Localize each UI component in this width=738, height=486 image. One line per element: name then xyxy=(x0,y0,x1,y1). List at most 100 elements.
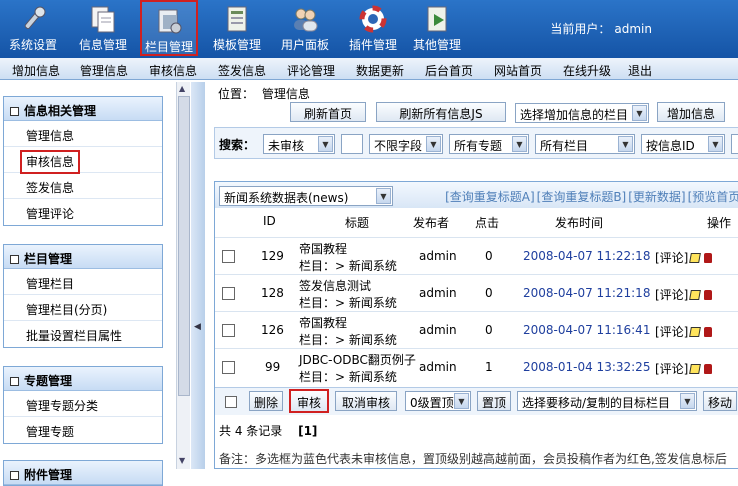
menu-comment-manage[interactable]: 评论管理 xyxy=(287,62,335,79)
toolbar-other-manage[interactable]: 其他管理 xyxy=(408,0,466,56)
sidebar-item-topic-categories[interactable]: 管理专题分类 xyxy=(4,391,162,417)
toolbar-template-manage[interactable]: 模板管理 xyxy=(208,0,266,56)
toolbar-system-settings[interactable]: 系统设置 xyxy=(4,0,62,56)
breadcrumb-link[interactable]: 管理信息 xyxy=(262,87,310,101)
header-publisher: 发布者 xyxy=(413,216,450,230)
refresh-all-js-button[interactable]: 刷新所有信息JS xyxy=(376,102,506,122)
sidebar-panel-title[interactable]: 附件管理 xyxy=(4,461,162,485)
audit-button[interactable]: 审核 xyxy=(289,389,329,413)
lifebuoy-icon xyxy=(358,4,388,34)
move-target-select[interactable]: 选择要移动/复制的目标栏目 ▼ xyxy=(517,391,697,411)
table-select[interactable]: 新闻系统数据表(news) ▼ xyxy=(219,186,393,206)
menu-manage-info[interactable]: 管理信息 xyxy=(80,62,128,79)
menu-logout[interactable]: 退出 xyxy=(628,62,652,79)
sort-direction-select[interactable] xyxy=(731,134,738,154)
edit-icon[interactable] xyxy=(689,290,702,300)
sidebar-panel-title[interactable]: 栏目管理 xyxy=(4,245,162,269)
toolbar-info-manage[interactable]: 信息管理 xyxy=(74,0,132,56)
chevron-down-icon: ▼ xyxy=(618,136,633,152)
toolbar-user-panel[interactable]: 用户面板 xyxy=(276,0,334,56)
scroll-down-icon[interactable]: ▼ xyxy=(179,456,189,466)
sidebar-item-audit-info[interactable]: 审核信息 xyxy=(4,147,162,174)
sidebar-item-manage-comments[interactable]: 管理评论 xyxy=(4,199,162,225)
toolbar-column-manage[interactable]: 栏目管理 xyxy=(140,0,198,56)
scroll-up-icon[interactable]: ▲ xyxy=(179,84,189,94)
menu-add-info[interactable]: 增加信息 xyxy=(12,62,60,79)
page-link[interactable]: [1] xyxy=(298,424,317,438)
menu-sign-info[interactable]: 签发信息 xyxy=(218,62,266,79)
search-input[interactable] xyxy=(341,134,363,154)
set-top-button[interactable]: 置顶 xyxy=(477,391,511,411)
sidebar-splitter[interactable]: ◀ xyxy=(191,82,205,469)
top-level-select[interactable]: 0级置顶 ▼ xyxy=(405,391,471,411)
record-count: 共 4 条记录 [1] xyxy=(219,424,318,438)
delete-icon[interactable] xyxy=(704,290,713,300)
delete-icon[interactable] xyxy=(704,364,713,374)
toolbar-plugin-manage[interactable]: 插件管理 xyxy=(344,0,402,56)
row-checkbox[interactable] xyxy=(222,324,235,337)
topic-select[interactable]: 所有专题 ▼ xyxy=(449,134,529,154)
status-select[interactable]: 未审核 ▼ xyxy=(263,134,335,154)
sidebar-panel-topics: 专题管理 管理专题分类 管理专题 xyxy=(3,366,163,444)
breadcrumb: 位置： 管理信息 xyxy=(218,87,310,101)
comment-link[interactable]: [评论] xyxy=(655,288,688,302)
preview-home-link[interactable]: [预览首页] xyxy=(688,190,738,204)
collapse-icon xyxy=(10,377,19,386)
add-info-button[interactable]: 增加信息 xyxy=(657,102,725,122)
sidebar-item-manage-columns-paged[interactable]: 管理栏目(分页) xyxy=(4,295,162,321)
comment-link[interactable]: [评论] xyxy=(655,251,688,265)
collapse-left-icon[interactable]: ◀ xyxy=(194,322,201,332)
update-data-link[interactable]: [更新数据] xyxy=(628,190,685,204)
move-button[interactable]: 移动 xyxy=(703,391,737,411)
row-checkbox[interactable] xyxy=(222,287,235,300)
sidebar-item-manage-info[interactable]: 管理信息 xyxy=(4,121,162,147)
field-select[interactable]: 不限字段 ▼ xyxy=(369,134,443,154)
sidebar-item-batch-column-attrs[interactable]: 批量设置栏目属性 xyxy=(4,321,162,347)
sidebar-item-manage-columns[interactable]: 管理栏目 xyxy=(4,269,162,295)
query-dup-title-b-link[interactable]: [查询重复标题B] xyxy=(537,190,627,204)
chevron-down-icon: ▼ xyxy=(680,393,695,409)
folder-icon xyxy=(154,6,184,36)
select-all-checkbox[interactable] xyxy=(225,396,237,408)
table-row: 129 帝国教程 栏目：> 新闻系统 admin 0 2008-04-07 11… xyxy=(215,237,738,274)
row-checkbox[interactable] xyxy=(222,250,235,263)
sidebar-panel-title[interactable]: 专题管理 xyxy=(4,367,162,391)
header-ops: 操作 xyxy=(707,216,732,230)
header-time: 发布时间 xyxy=(555,216,604,230)
row-title-link[interactable]: 帝国教程 xyxy=(299,240,347,257)
sidebar-scrollbar[interactable]: ▲ ▼ xyxy=(176,82,190,469)
template-icon xyxy=(222,4,252,34)
comment-link[interactable]: [评论] xyxy=(655,325,688,339)
sidebar-panel-columns: 栏目管理 管理栏目 管理栏目(分页) 批量设置栏目属性 xyxy=(3,244,163,348)
row-title-link[interactable]: 帝国教程 xyxy=(299,314,347,331)
menu-data-update[interactable]: 数据更新 xyxy=(356,62,404,79)
menu-site-home[interactable]: 网站首页 xyxy=(494,62,542,79)
wrench-icon xyxy=(18,4,48,34)
menu-audit-info[interactable]: 审核信息 xyxy=(149,62,197,79)
add-info-column-select[interactable]: 选择增加信息的栏目 ▼ xyxy=(515,103,649,123)
cancel-audit-button[interactable]: 取消审核 xyxy=(335,391,397,411)
delete-icon[interactable] xyxy=(704,327,713,337)
refresh-home-button[interactable]: 刷新首页 xyxy=(290,102,366,122)
row-checkbox[interactable] xyxy=(222,361,235,374)
top-toolbar: 系统设置 信息管理 栏目管理 模板管理 用户面板 插件管理 其他管理 当前用户：… xyxy=(0,0,738,58)
sidebar-panel-title[interactable]: 信息相关管理 xyxy=(4,97,162,121)
order-select[interactable]: 按信息ID ▼ xyxy=(641,134,725,154)
edit-icon[interactable] xyxy=(689,253,702,263)
sidebar-item-manage-topics[interactable]: 管理专题 xyxy=(4,417,162,443)
row-title-link[interactable]: JDBC-ODBC翻页例子 xyxy=(299,351,416,368)
header-clicks: 点击 xyxy=(475,216,500,230)
edit-icon[interactable] xyxy=(689,327,702,337)
menu-admin-home[interactable]: 后台首页 xyxy=(425,62,473,79)
scrollbar-thumb[interactable] xyxy=(178,96,190,396)
delete-button[interactable]: 删除 xyxy=(249,391,283,411)
sidebar-item-sign-info[interactable]: 签发信息 xyxy=(4,173,162,199)
query-dup-title-a-link[interactable]: [查询重复标题A] xyxy=(445,190,535,204)
row-title-link[interactable]: 签发信息测试 xyxy=(299,277,371,294)
delete-icon[interactable] xyxy=(704,253,713,263)
table-row: 99 JDBC-ODBC翻页例子 栏目：> 新闻系统 admin 1 2008-… xyxy=(215,348,738,385)
comment-link[interactable]: [评论] xyxy=(655,362,688,376)
menu-online-upgrade[interactable]: 在线升级 xyxy=(563,62,611,79)
edit-icon[interactable] xyxy=(689,364,702,374)
column-filter-select[interactable]: 所有栏目 ▼ xyxy=(535,134,635,154)
